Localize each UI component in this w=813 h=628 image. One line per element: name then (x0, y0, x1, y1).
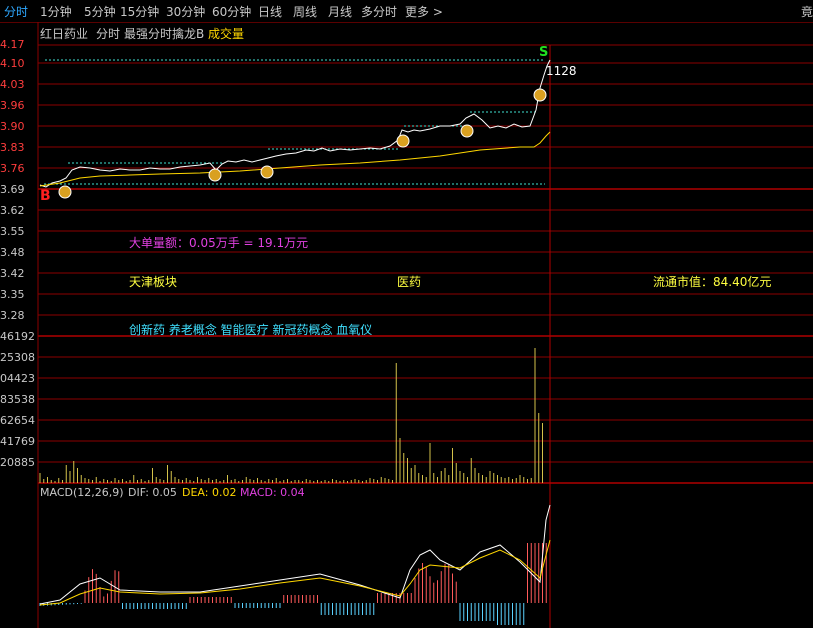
buy-signal-label: B (40, 188, 51, 204)
price-tick: 3.28 (0, 310, 25, 322)
chart-canvas (37, 22, 813, 628)
price-tick: 4.17 (0, 39, 25, 51)
price-tick: 4.10 (0, 58, 25, 70)
price-tick: 3.69 (0, 184, 25, 196)
volume-tick: 41769 (0, 436, 35, 448)
macd-title: MACD(12,26,9) (40, 486, 124, 499)
float-cap-info: 流通市值：84.40亿元 (653, 275, 772, 289)
sell-signal-label: S (539, 45, 549, 60)
price-tick: 3.42 (0, 268, 25, 280)
price-tick: 3.76 (0, 163, 25, 175)
price-tick: 3.90 (0, 121, 25, 133)
money-bag-icon (58, 185, 72, 199)
price-tick: 3.96 (0, 100, 25, 112)
money-bag-icon (260, 165, 274, 179)
money-bag-icon (460, 124, 474, 138)
price-tick: 3.55 (0, 226, 25, 238)
price-tick: 3.48 (0, 247, 25, 259)
big-order-info: 大单量额：0.05万手 = 19.1万元 (129, 236, 309, 250)
sector-info: 天津板块 (129, 275, 178, 289)
industry-info: 医药 (397, 275, 422, 289)
money-bag-icon (208, 168, 222, 182)
macd-dea: DEA: 0.02 (182, 486, 237, 499)
volume-tick: 83538 (0, 394, 35, 406)
volume-bars (39, 348, 543, 483)
volume-tick: 46192 (0, 331, 35, 343)
concept-tags: 创新药 养老概念 智能医疗 新冠药概念 血氧仪 (129, 323, 373, 337)
macd-value: MACD: 0.04 (240, 486, 305, 499)
macd-dif-line (39, 504, 551, 605)
macd-histogram (39, 543, 547, 625)
volume-tick: 20885 (0, 457, 35, 469)
price-tick: 3.62 (0, 205, 25, 217)
macd-dif: DIF: 0.05 (128, 486, 177, 499)
volume-tick: 25308 (0, 352, 35, 364)
volume-tick: 62654 (0, 415, 35, 427)
money-bag-icon (533, 88, 547, 102)
volume-tick: 04423 (0, 373, 35, 385)
money-bag-icon (396, 134, 410, 148)
price-tick: 4.03 (0, 79, 25, 91)
peak-volume-label: 1128 (546, 64, 577, 78)
price-tick: 3.35 (0, 289, 25, 301)
average-price-line (39, 131, 551, 187)
price-tick: 3.83 (0, 142, 25, 154)
